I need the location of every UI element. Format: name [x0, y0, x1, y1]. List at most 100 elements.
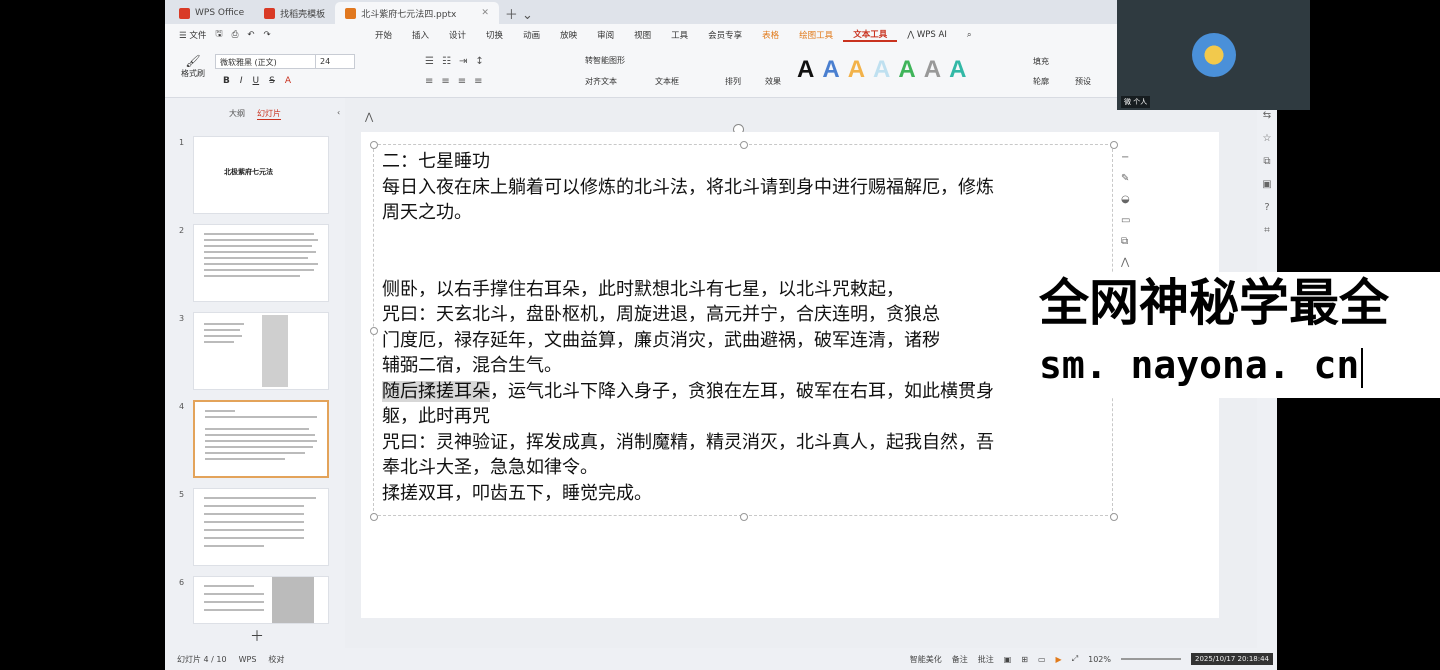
- image-icon[interactable]: ▣: [1257, 179, 1277, 190]
- reading-view-icon[interactable]: ▭: [1038, 655, 1046, 664]
- selected-text-box[interactable]: 二：七星睡功 每日入夜在床上躺着可以修炼的北斗法，将北斗请到身中进行赐福解厄，修…: [370, 141, 1118, 521]
- bold-icon[interactable]: B: [223, 76, 230, 86]
- menu-wps-ai[interactable]: ⋀ WPS AI: [897, 30, 957, 40]
- resize-handle[interactable]: [1110, 141, 1118, 149]
- crop-icon[interactable]: ▭: [1121, 215, 1130, 226]
- menu-review[interactable]: 审阅: [587, 29, 624, 41]
- menu-file[interactable]: ☰ 文件: [179, 29, 206, 41]
- indent-icon[interactable]: ⇥: [459, 56, 467, 67]
- tab-outline[interactable]: 大纲: [229, 108, 245, 120]
- star-icon[interactable]: ☆: [1257, 133, 1277, 144]
- menu-home[interactable]: 开始: [365, 29, 402, 41]
- align-text-button[interactable]: 对齐文本: [585, 76, 617, 87]
- italic-icon[interactable]: I: [240, 76, 243, 86]
- resize-handle[interactable]: [370, 327, 378, 335]
- normal-view-icon[interactable]: ▣: [1004, 655, 1012, 664]
- video-call-tile[interactable]: 微 个人: [1117, 0, 1310, 110]
- font-color-icon[interactable]: A: [285, 76, 291, 86]
- slide-thumbnail-4[interactable]: [193, 400, 329, 478]
- ai-assist-icon[interactable]: ⋀: [365, 112, 373, 123]
- text-style-1[interactable]: A: [797, 56, 814, 84]
- arrange-button[interactable]: 排列: [725, 76, 741, 87]
- smart-beautify-button[interactable]: 智能美化: [910, 654, 942, 665]
- proofread-button[interactable]: 校对: [268, 654, 284, 665]
- settings-icon[interactable]: ⇆: [1257, 110, 1277, 121]
- text-style-6[interactable]: A: [924, 56, 941, 84]
- underline-icon[interactable]: U: [253, 76, 260, 86]
- play-icon[interactable]: ▶: [1056, 655, 1062, 664]
- crop-icon[interactable]: ⌗: [1257, 225, 1277, 236]
- resize-handle[interactable]: [740, 513, 748, 521]
- menu-view[interactable]: 视图: [624, 29, 661, 41]
- resize-handle[interactable]: [740, 141, 748, 149]
- menu-text-tools[interactable]: 文本工具: [843, 28, 898, 42]
- zoom-slider[interactable]: [1120, 658, 1181, 660]
- convert-smartart-button[interactable]: 转智能图形: [585, 55, 625, 66]
- ai-icon[interactable]: ⋀: [1121, 257, 1130, 268]
- wps-status[interactable]: WPS: [239, 655, 257, 664]
- outline-button[interactable]: 轮廓: [1033, 76, 1049, 87]
- align-left-icon[interactable]: ≡: [425, 76, 433, 87]
- slide-thumbnail-1[interactable]: 北极紫府七元法: [193, 136, 329, 214]
- line-spacing-icon[interactable]: ↕: [475, 56, 483, 67]
- tab-wps-office[interactable]: WPS Office: [169, 2, 254, 24]
- justify-icon[interactable]: ≡: [474, 76, 482, 87]
- slide-thumbnail-2[interactable]: [193, 224, 329, 302]
- fit-icon[interactable]: ⤢: [1072, 654, 1078, 664]
- menu-transition[interactable]: 切换: [476, 29, 513, 41]
- close-tab-icon[interactable]: ✕: [481, 8, 489, 18]
- grid-view-icon[interactable]: ⊞: [1021, 655, 1028, 664]
- text-style-5[interactable]: A: [898, 56, 915, 84]
- effects-button[interactable]: 效果: [765, 76, 781, 87]
- copy-icon[interactable]: ⧉: [1121, 236, 1130, 247]
- zoom-level[interactable]: 102%: [1088, 655, 1111, 664]
- text-style-2[interactable]: A: [822, 56, 839, 84]
- menu-insert[interactable]: 插入: [402, 29, 439, 41]
- tab-template[interactable]: 找稻壳模板: [254, 2, 335, 24]
- new-tab-button[interactable]: ＋ ⌄: [499, 2, 539, 24]
- resize-handle[interactable]: [370, 141, 378, 149]
- menu-tools[interactable]: 工具: [661, 29, 698, 41]
- numbered-list-icon[interactable]: ☷: [442, 56, 451, 67]
- menu-table[interactable]: 表格: [752, 29, 789, 41]
- menu-design[interactable]: 设计: [439, 29, 476, 41]
- save-icon[interactable]: 🖫: [215, 28, 222, 42]
- text-style-3[interactable]: A: [848, 56, 865, 84]
- comments-button[interactable]: 批注: [978, 654, 994, 665]
- align-right-icon[interactable]: ≡: [458, 76, 466, 87]
- redo-icon[interactable]: ↷: [264, 30, 271, 40]
- tab-slides[interactable]: 幻灯片: [257, 108, 281, 120]
- add-slide-button[interactable]: ＋: [250, 626, 264, 646]
- slide-thumbnail-5[interactable]: [193, 488, 329, 566]
- menu-drawing-tools[interactable]: 绘图工具: [789, 29, 843, 41]
- tab-document[interactable]: 北斗紫府七元法四.pptx ✕: [335, 2, 499, 24]
- align-center-icon[interactable]: ≡: [441, 76, 449, 87]
- strikethrough-icon[interactable]: S: [269, 76, 275, 86]
- menu-slideshow[interactable]: 放映: [550, 29, 587, 41]
- resize-handle[interactable]: [1110, 513, 1118, 521]
- layers-icon[interactable]: ⧉: [1257, 156, 1277, 167]
- notes-button[interactable]: 备注: [952, 654, 968, 665]
- fill-button[interactable]: 填充: [1033, 56, 1049, 67]
- undo-icon[interactable]: ↶: [247, 30, 254, 40]
- slide-thumbnail-3[interactable]: [193, 312, 329, 390]
- preset-button[interactable]: 预设: [1075, 76, 1091, 87]
- help-icon[interactable]: ?: [1257, 202, 1277, 213]
- minus-icon[interactable]: −: [1121, 152, 1130, 163]
- bullet-list-icon[interactable]: ☰: [425, 56, 434, 67]
- menu-animation[interactable]: 动画: [513, 29, 550, 41]
- search-icon[interactable]: ⌕: [957, 30, 982, 40]
- collapse-panel-icon[interactable]: ‹: [337, 108, 340, 120]
- font-size-select[interactable]: 24: [315, 54, 355, 69]
- textbox-button[interactable]: 文本框: [655, 76, 679, 87]
- slide-body-text[interactable]: 二：七星睡功 每日入夜在床上躺着可以修炼的北斗法，将北斗请到身中进行赐福解厄，修…: [382, 149, 1122, 506]
- text-style-4[interactable]: A: [873, 56, 890, 84]
- format-painter-button[interactable]: 🖌 格式刷: [181, 54, 205, 79]
- fill-icon[interactable]: ◒: [1121, 194, 1130, 205]
- pen-icon[interactable]: ✎: [1121, 173, 1130, 184]
- menu-member[interactable]: 会员专享: [698, 29, 752, 41]
- slide-thumbnail-6[interactable]: [193, 576, 329, 624]
- text-style-7[interactable]: A: [949, 56, 966, 84]
- print-icon[interactable]: ⎙: [232, 30, 239, 40]
- resize-handle[interactable]: [370, 513, 378, 521]
